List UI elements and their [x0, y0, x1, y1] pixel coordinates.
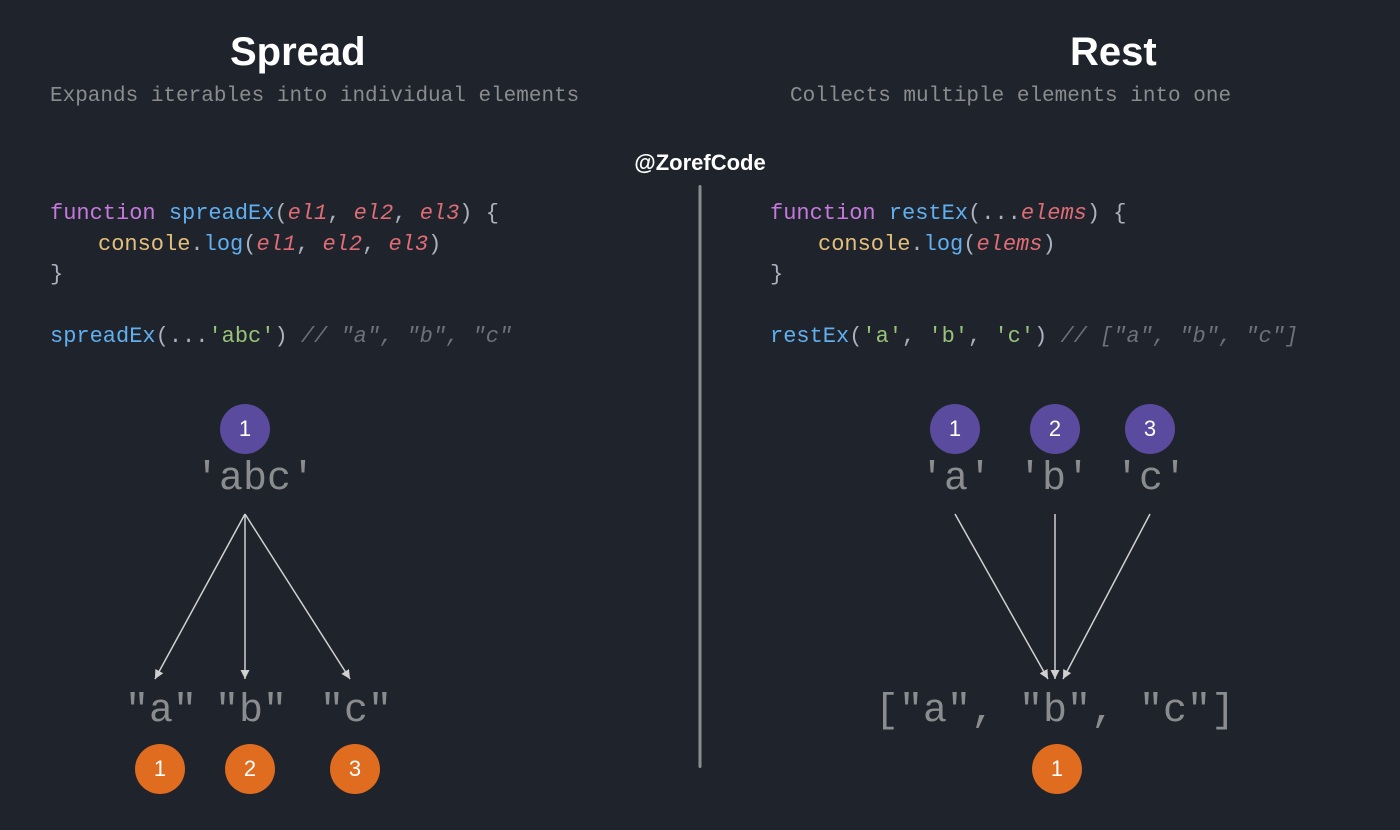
arg: el1: [256, 232, 296, 257]
call-name: restEx: [770, 324, 849, 349]
input-text: 'b': [1018, 457, 1090, 502]
output-text: "b": [215, 689, 287, 734]
keyword: function: [770, 201, 876, 226]
call-arg: 'c': [994, 324, 1034, 349]
input-badge: 2: [1030, 404, 1080, 454]
param: el2: [354, 201, 394, 226]
comment: // "a", "b", "c": [301, 324, 512, 349]
rest-title: Rest: [1070, 30, 1360, 75]
output-badge: 1: [135, 744, 185, 794]
function-name: restEx: [889, 201, 968, 226]
spread-panel: Spread Expands iterables into individual…: [0, 0, 700, 788]
input-text: 'c': [1115, 457, 1187, 502]
output-badge: 1: [1032, 744, 1082, 794]
rest-panel: Rest Collects multiple elements into one…: [700, 0, 1400, 788]
output-text: "c": [320, 689, 392, 734]
param: elems: [1021, 201, 1087, 226]
input-text: 'a': [920, 457, 992, 502]
param: el1: [288, 201, 328, 226]
call-arg: 'a': [862, 324, 902, 349]
call-arg: 'b': [928, 324, 968, 349]
console-obj: console: [98, 232, 190, 257]
keyword: function: [50, 201, 156, 226]
arg: el2: [322, 232, 362, 257]
input-text: 'abc': [195, 457, 315, 502]
method: log: [924, 232, 964, 257]
input-badge: 1: [930, 404, 980, 454]
spread-op: ...: [169, 324, 209, 349]
console-obj: console: [818, 232, 910, 257]
call-arg: 'abc': [208, 324, 274, 349]
call-name: spreadEx: [50, 324, 156, 349]
output-badge: 3: [330, 744, 380, 794]
output-text: ["a", "b", "c"]: [875, 689, 1235, 734]
spread-title: Spread: [230, 30, 660, 75]
rest-code-block: function restEx(...elems) { console.log(…: [770, 168, 1360, 384]
rest-subtitle: Collects multiple elements into one: [790, 85, 1360, 108]
input-badge: 3: [1125, 404, 1175, 454]
function-name: spreadEx: [169, 201, 275, 226]
rest-op: ...: [981, 201, 1021, 226]
spread-code-block: function spreadEx(el1, el2, el3) { conso…: [50, 168, 660, 384]
output-badge: 2: [225, 744, 275, 794]
comment: // ["a", "b", "c"]: [1060, 324, 1298, 349]
param: el3: [420, 201, 460, 226]
method: log: [204, 232, 244, 257]
arg: el3: [388, 232, 428, 257]
output-text: "a": [125, 689, 197, 734]
rest-visualization: 1 2 3 'a' 'b' 'c' ["a", "b", "c"] 1: [770, 399, 1360, 829]
arg: elems: [976, 232, 1042, 257]
spread-visualization: 1 'abc' "a" "b" "c" 1 2 3: [50, 399, 660, 829]
spread-subtitle: Expands iterables into individual elemen…: [50, 85, 660, 108]
input-badge: 1: [220, 404, 270, 454]
